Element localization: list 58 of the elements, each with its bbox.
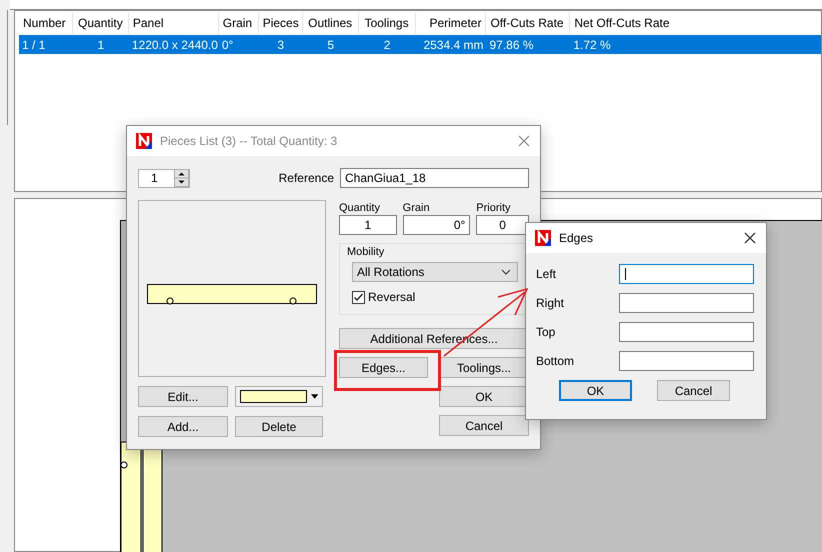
table-cell-text: 0° bbox=[220, 37, 234, 54]
edge-field[interactable] bbox=[619, 322, 754, 342]
table-row[interactable]: 1 / 1 1 1220.0 x 2440.0 0° 3 5 2 2534.4 mm 97.86 % 1.72 % bbox=[19, 35, 821, 54]
column-header[interactable]: Perimeter bbox=[416, 13, 486, 34]
column-header[interactable]: Number bbox=[19, 13, 73, 34]
edges-button[interactable]: Edges... bbox=[339, 357, 428, 378]
edge-field[interactable] bbox=[619, 293, 754, 313]
number-field[interactable]: 0 bbox=[476, 215, 529, 235]
column-header[interactable]: Off-Cuts Rate bbox=[486, 13, 570, 34]
group-label: Mobility bbox=[347, 246, 386, 258]
field-label: Left bbox=[536, 267, 556, 281]
dropdown-arrow-icon bbox=[310, 394, 318, 399]
spinner-arrows-icon[interactable] bbox=[174, 169, 189, 187]
dialog-title: Edges bbox=[559, 231, 594, 245]
table-cell-text: 1.72 % bbox=[572, 37, 612, 54]
table-cell-text: 97.86 % bbox=[488, 37, 535, 54]
column-header[interactable]: Quantity bbox=[72, 13, 129, 34]
dialog-button[interactable]: OK bbox=[559, 380, 632, 401]
color-dropdown[interactable] bbox=[235, 386, 323, 407]
column-header[interactable]: Toolings bbox=[358, 13, 416, 34]
reference-label: Reference bbox=[278, 171, 334, 185]
field-label: Quantity bbox=[339, 202, 381, 214]
field-label: Bottom bbox=[536, 354, 574, 368]
number-field[interactable]: 0° bbox=[402, 215, 470, 235]
app-logo-icon bbox=[136, 133, 152, 149]
dialog-button[interactable]: Cancel bbox=[657, 380, 730, 401]
edit-button[interactable]: Edit... bbox=[138, 386, 228, 407]
edge-field[interactable] bbox=[619, 264, 754, 284]
reference-field[interactable]: ChanGiua1_18 bbox=[340, 168, 529, 188]
field-label: Right bbox=[536, 296, 564, 310]
checkbox-icon[interactable] bbox=[352, 290, 365, 304]
app-logo-icon bbox=[535, 230, 551, 246]
table-cell-text: 3 bbox=[276, 37, 286, 54]
column-header[interactable]: Outlines bbox=[302, 13, 359, 34]
column-header[interactable]: Panel bbox=[128, 13, 219, 34]
column-header[interactable]: Net Off-Cuts Rate bbox=[570, 13, 821, 34]
field-label: Priority bbox=[476, 202, 512, 214]
chevron-icon bbox=[501, 269, 511, 275]
table-cell-text: 1 bbox=[96, 37, 106, 54]
edge-field[interactable] bbox=[619, 351, 754, 371]
table-cell-text: 2534.4 mm bbox=[422, 37, 484, 54]
close-icon[interactable] bbox=[744, 232, 756, 244]
column-header[interactable]: Grain bbox=[218, 13, 259, 34]
table-cell-text: 2 bbox=[382, 37, 392, 54]
add-button[interactable]: Add... bbox=[138, 416, 228, 437]
table-cell-text: 1 / 1 bbox=[21, 37, 46, 54]
index-spinner[interactable]: 1 bbox=[138, 168, 190, 188]
dialog-title: Pieces List (3) -- Total Quantity: 3 bbox=[160, 134, 338, 148]
cancel-button[interactable]: Cancel bbox=[439, 415, 529, 436]
number-field[interactable]: 1 bbox=[339, 215, 397, 235]
delete-button[interactable]: Delete bbox=[235, 416, 323, 437]
field-label: Top bbox=[536, 325, 556, 339]
table-cell-text: 1220.0 x 2440.0 bbox=[130, 37, 219, 54]
table-cell-text: 5 bbox=[326, 37, 336, 54]
reversal-checkbox[interactable]: Reversal bbox=[352, 290, 416, 304]
column-header[interactable]: Pieces bbox=[258, 13, 303, 34]
mobility-dropdown[interactable]: All Rotations bbox=[352, 262, 518, 282]
field-label: Grain bbox=[402, 202, 431, 214]
